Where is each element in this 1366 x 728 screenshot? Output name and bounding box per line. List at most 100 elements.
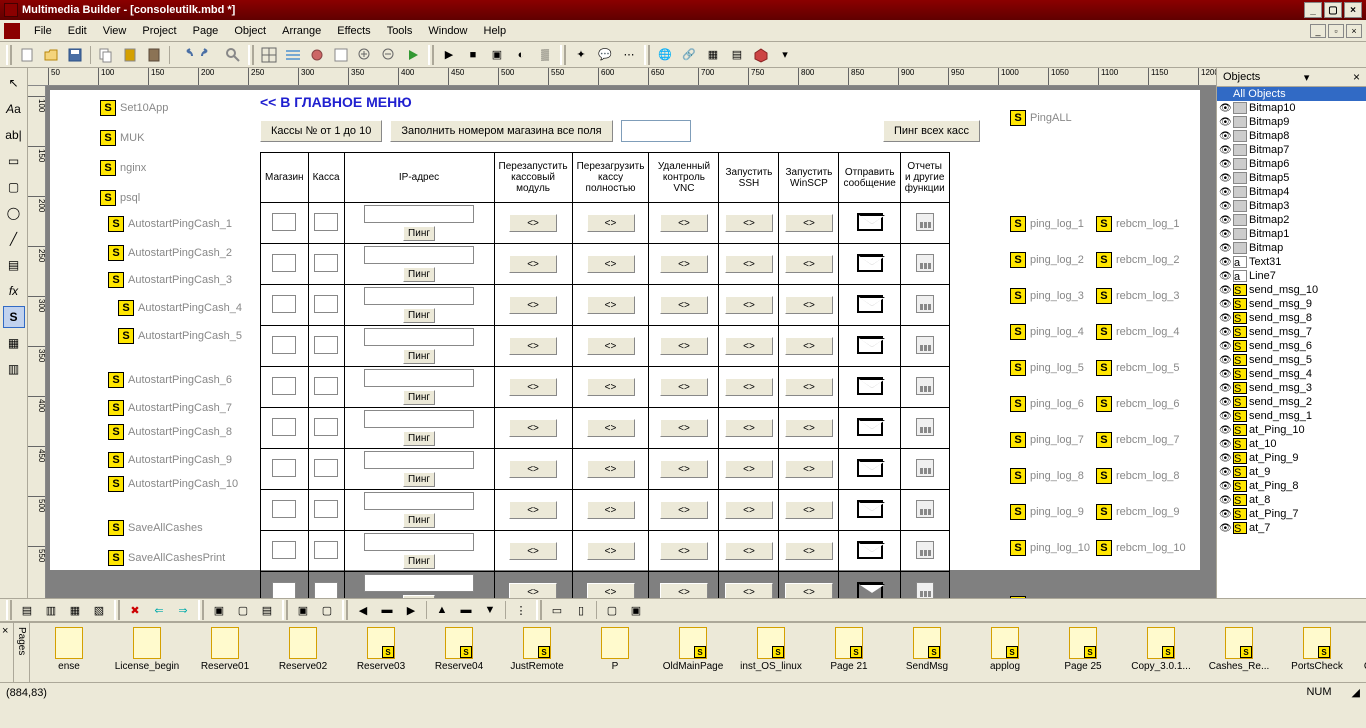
script-object[interactable]: Sping_log_8 — [1010, 468, 1090, 484]
ssh-button[interactable]: <> — [725, 501, 773, 519]
object-item[interactable]: 👁Bitmap7 — [1217, 143, 1366, 157]
ping-button[interactable]: Пинг — [403, 226, 435, 241]
script-object[interactable]: SAutostartPingCash_5 — [118, 328, 242, 344]
magazin-input[interactable] — [272, 295, 296, 313]
reports-icon[interactable] — [916, 254, 934, 272]
ip-input[interactable] — [364, 246, 474, 264]
winscp-button[interactable]: <> — [785, 255, 833, 273]
object-item[interactable]: 👁Sat_Ping_9 — [1217, 451, 1366, 465]
object-item[interactable]: 👁Sat_9 — [1217, 465, 1366, 479]
reports-icon[interactable] — [916, 459, 934, 477]
winscp-button[interactable]: <> — [785, 419, 833, 437]
save-icon[interactable] — [64, 44, 86, 66]
menu-file[interactable]: File — [26, 23, 60, 39]
ip-input[interactable] — [364, 328, 474, 346]
restart-module-button[interactable]: <> — [509, 296, 557, 314]
script-object[interactable]: Srebcm_log_4 — [1096, 324, 1186, 340]
label-tool-icon[interactable]: ab| — [3, 124, 25, 146]
visibility-icon[interactable]: 👁 — [1219, 425, 1233, 436]
winscp-button[interactable]: <> — [785, 214, 833, 232]
page-thumb[interactable]: Reserve01 — [186, 627, 264, 672]
script-object[interactable]: SAutostartPingCash_2 — [108, 245, 232, 261]
object-item[interactable]: 👁Sat_Ping_7 — [1217, 507, 1366, 521]
send-message-icon[interactable] — [857, 459, 883, 477]
object-item[interactable]: 👁Bitmap2 — [1217, 213, 1366, 227]
ip-input[interactable] — [364, 492, 474, 510]
object-item[interactable]: 👁Ssend_msg_9 — [1217, 297, 1366, 311]
restart-module-button[interactable]: <> — [509, 542, 557, 560]
align-center-icon[interactable]: ▬ — [376, 599, 398, 621]
pages-close-icon[interactable]: × — [0, 623, 14, 682]
reboot-button[interactable]: <> — [587, 419, 635, 437]
menu-view[interactable]: View — [95, 23, 135, 39]
script-object[interactable]: SAutostartPingCash_10 — [108, 476, 238, 492]
object-item[interactable]: 👁Bitmap4 — [1217, 185, 1366, 199]
align-icon[interactable]: ▤ — [16, 599, 38, 621]
tool-icon[interactable]: ▒ — [534, 44, 556, 66]
visibility-icon[interactable]: 👁 — [1219, 341, 1233, 352]
object-item[interactable]: 👁Bitmap9 — [1217, 115, 1366, 129]
objects-list[interactable]: All Objects 👁Bitmap10👁Bitmap9👁Bitmap8👁Bi… — [1217, 87, 1366, 598]
script-object[interactable]: Sping_log_5 — [1010, 360, 1090, 376]
visibility-icon[interactable]: 👁 — [1219, 159, 1233, 170]
visibility-icon[interactable]: 👁 — [1219, 187, 1233, 198]
page-thumb[interactable]: ense — [30, 627, 108, 672]
page-thumb[interactable]: License_begin — [108, 627, 186, 672]
reports-icon[interactable] — [916, 336, 934, 354]
mdi-restore-button[interactable]: ▫ — [1328, 24, 1344, 38]
menu-arrange[interactable]: Arrange — [274, 23, 329, 39]
vnc-button[interactable]: <> — [660, 583, 708, 598]
vnc-button[interactable]: <> — [660, 501, 708, 519]
copy-icon[interactable] — [95, 44, 117, 66]
object-item[interactable]: 👁Sat_7 — [1217, 521, 1366, 535]
menu-window[interactable]: Window — [420, 23, 475, 39]
object-item[interactable]: 👁Ssend_msg_10 — [1217, 283, 1366, 297]
vnc-button[interactable]: <> — [660, 542, 708, 560]
script-object[interactable]: Sping_log_10 — [1010, 540, 1090, 556]
ssh-button[interactable]: <> — [725, 583, 773, 598]
page-thumb[interactable]: JustRemote — [498, 627, 576, 672]
ssh-button[interactable]: <> — [725, 419, 773, 437]
send-message-icon[interactable] — [857, 254, 883, 272]
close-button[interactable]: × — [1344, 2, 1362, 18]
visibility-icon[interactable]: 👁 — [1219, 117, 1233, 128]
winscp-button[interactable]: <> — [785, 501, 833, 519]
grid-icon[interactable] — [258, 44, 280, 66]
layer-icon[interactable]: ▤ — [256, 599, 278, 621]
mdi-close-button[interactable]: × — [1346, 24, 1362, 38]
arrow-right-icon[interactable]: ⇒ — [172, 599, 194, 621]
magazin-input[interactable] — [272, 500, 296, 518]
object-item[interactable]: 👁Bitmap10 — [1217, 101, 1366, 115]
ping-all-button[interactable]: Пинг всех касс — [883, 120, 980, 142]
align-icon[interactable]: ▦ — [64, 599, 86, 621]
page-thumb[interactable]: P — [576, 627, 654, 672]
script-object[interactable]: Sping_log_3 — [1010, 288, 1090, 304]
visibility-icon[interactable]: 👁 — [1219, 145, 1233, 156]
object-item[interactable]: 👁Bitmap1 — [1217, 227, 1366, 241]
reports-icon[interactable] — [916, 541, 934, 559]
menu-project[interactable]: Project — [134, 23, 184, 39]
script-object[interactable]: SAutostartPingCash_4 — [118, 300, 242, 316]
page-thumb[interactable]: Page 21 — [810, 627, 888, 672]
magazin-input[interactable] — [272, 459, 296, 477]
send-message-icon[interactable] — [857, 377, 883, 395]
canvas-scroll[interactable]: SSet10AppSMUKSnginxSpsqlSAutostartPingCa… — [46, 86, 1216, 598]
vnc-button[interactable]: <> — [660, 337, 708, 355]
object-item[interactable]: 👁Bitmap3 — [1217, 199, 1366, 213]
fx-tool-icon[interactable]: fx — [3, 280, 25, 302]
visibility-icon[interactable]: 👁 — [1219, 453, 1233, 464]
page-thumb[interactable]: Cashes_Wit... — [1356, 627, 1366, 672]
ssh-button[interactable]: <> — [725, 337, 773, 355]
back-to-menu-link[interactable]: << В ГЛАВНОЕ МЕНЮ — [250, 90, 990, 114]
reboot-button[interactable]: <> — [587, 501, 635, 519]
script-object[interactable]: Srebcm_log_7 — [1096, 432, 1186, 448]
align-icon[interactable]: ▥ — [40, 599, 62, 621]
visibility-icon[interactable]: 👁 — [1219, 271, 1233, 282]
object-item[interactable]: 👁Ssend_msg_2 — [1217, 395, 1366, 409]
script-object[interactable]: SAutostartPingCash_3 — [108, 272, 232, 288]
kassa-input[interactable] — [314, 295, 338, 313]
menu-object[interactable]: Object — [226, 23, 274, 39]
cash-range-button[interactable]: Кассы № от 1 до 10 — [260, 120, 382, 142]
delete-icon[interactable]: ✖ — [124, 599, 146, 621]
visibility-icon[interactable]: 👁 — [1219, 523, 1233, 534]
